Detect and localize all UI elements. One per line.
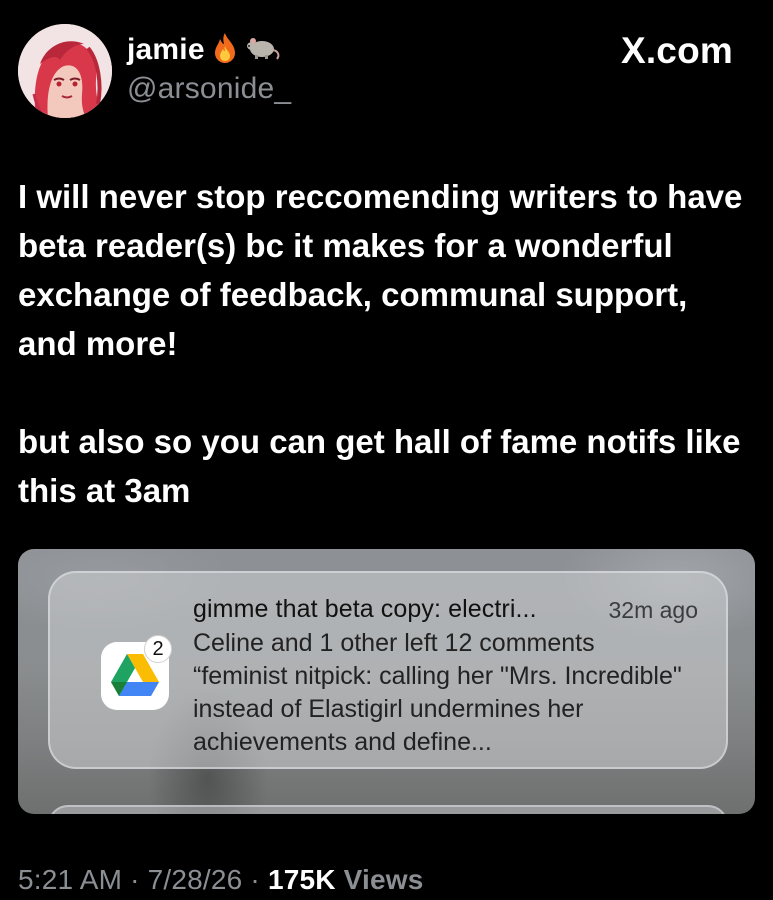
site-label: X.com — [620, 30, 733, 71]
display-name-row: jamie — [127, 30, 291, 70]
notification-card: 2 gimme that beta copy: electri... 32m a… — [48, 571, 728, 769]
stacked-notification-card — [48, 805, 728, 814]
author-block[interactable]: jamie @arsonide_ — [127, 30, 291, 106]
post-media-image[interactable]: 2 gimme that beta copy: electri... 32m a… — [18, 549, 755, 814]
notification-body: Celine and 1 other left 12 comments “fem… — [193, 627, 723, 759]
separator: · — [242, 864, 268, 895]
views-count[interactable]: 175K — [268, 864, 336, 895]
fire-icon — [211, 32, 239, 69]
separator: · — [122, 864, 148, 895]
avatar[interactable] — [18, 24, 112, 118]
notification-line: “feminist nitpick: calling her "Mrs. Inc… — [193, 662, 682, 756]
post-paragraph: but also so you can get hall of fame not… — [18, 423, 741, 509]
user-handle[interactable]: @arsonide_ — [127, 72, 291, 106]
rat-icon — [245, 34, 281, 67]
post-text: I will never stop reccomending writers t… — [18, 172, 748, 515]
post-date[interactable]: 7/28/26 — [148, 864, 243, 895]
notification-title: gimme that beta copy: electri... — [193, 595, 537, 623]
notification-count-badge: 2 — [144, 635, 172, 663]
avatar-illustration — [18, 24, 112, 118]
notification-time: 32m ago — [608, 597, 698, 623]
post-paragraph: I will never stop reccomending writers t… — [18, 178, 743, 362]
views-label: Views — [343, 864, 424, 895]
post-meta: 5:21 AM · 7/28/26 · 175K Views — [18, 864, 424, 896]
notification-line: Celine and 1 other left 12 comments — [193, 629, 595, 657]
post-time[interactable]: 5:21 AM — [18, 864, 122, 895]
display-name[interactable]: jamie — [127, 33, 205, 67]
